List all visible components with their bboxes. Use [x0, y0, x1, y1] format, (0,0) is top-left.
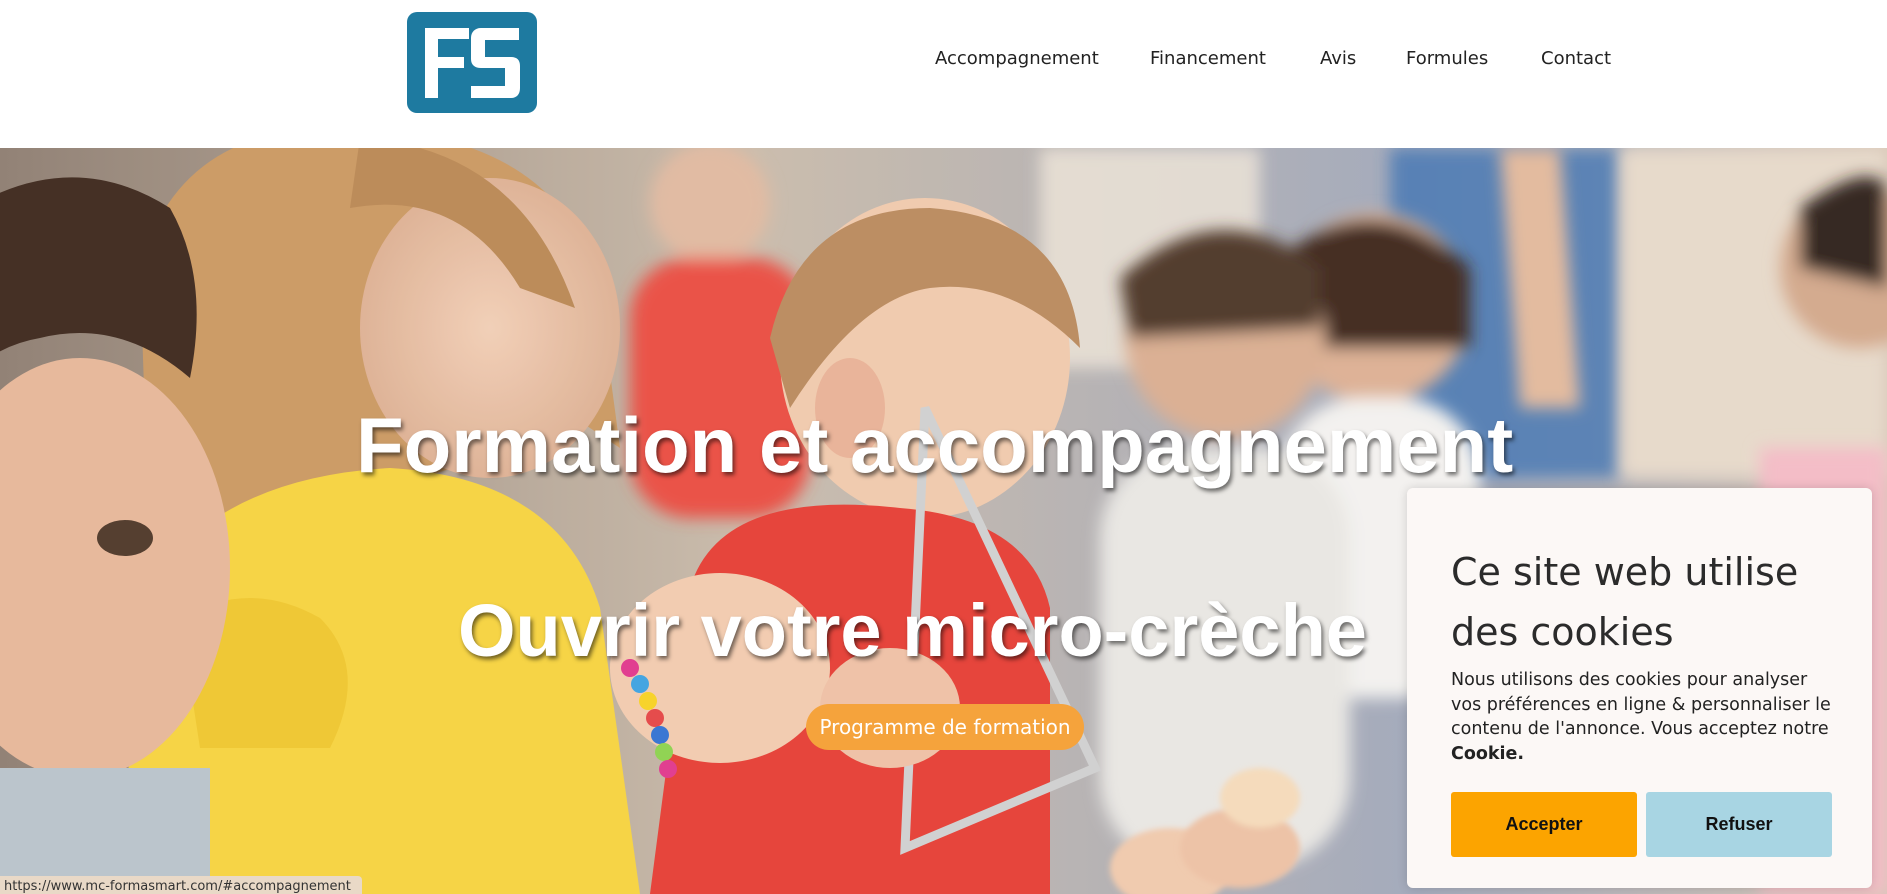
link-status-url: https://www.mc-formasmart.com/#accompagn…	[0, 876, 362, 894]
accept-cookies-button[interactable]: Accepter	[1451, 792, 1637, 857]
nav-link-contact[interactable]: Contact	[1541, 48, 1611, 69]
nav-link-avis[interactable]: Avis	[1320, 48, 1356, 69]
nav-link-formules[interactable]: Formules	[1406, 48, 1488, 69]
cookie-banner: Ce site web utilise des cookies Nous uti…	[1407, 488, 1872, 888]
hero-headline: Formation et accompagnement	[356, 401, 1514, 489]
site-header: Accompagnement Financement Avis Formules…	[0, 0, 1887, 148]
nav-link-financement[interactable]: Financement	[1150, 48, 1266, 69]
cookie-description: Nous utilisons des cookies pour analyser…	[1451, 668, 1836, 766]
programme-button[interactable]: Programme de formation	[806, 704, 1084, 750]
refuse-cookies-button[interactable]: Refuser	[1646, 792, 1832, 857]
cookie-title: Ce site web utilise des cookies	[1451, 550, 1799, 654]
hero-subheadline: Ouvrir votre micro-crèche	[458, 589, 1367, 672]
cookie-text: Nous utilisons des cookies pour analyser…	[1451, 670, 1831, 739]
cookie-link[interactable]: Cookie.	[1451, 744, 1524, 764]
nav-link-accompagnement[interactable]: Accompagnement	[935, 48, 1099, 69]
main-nav: Accompagnement Financement Avis Formules…	[0, 48, 1887, 72]
